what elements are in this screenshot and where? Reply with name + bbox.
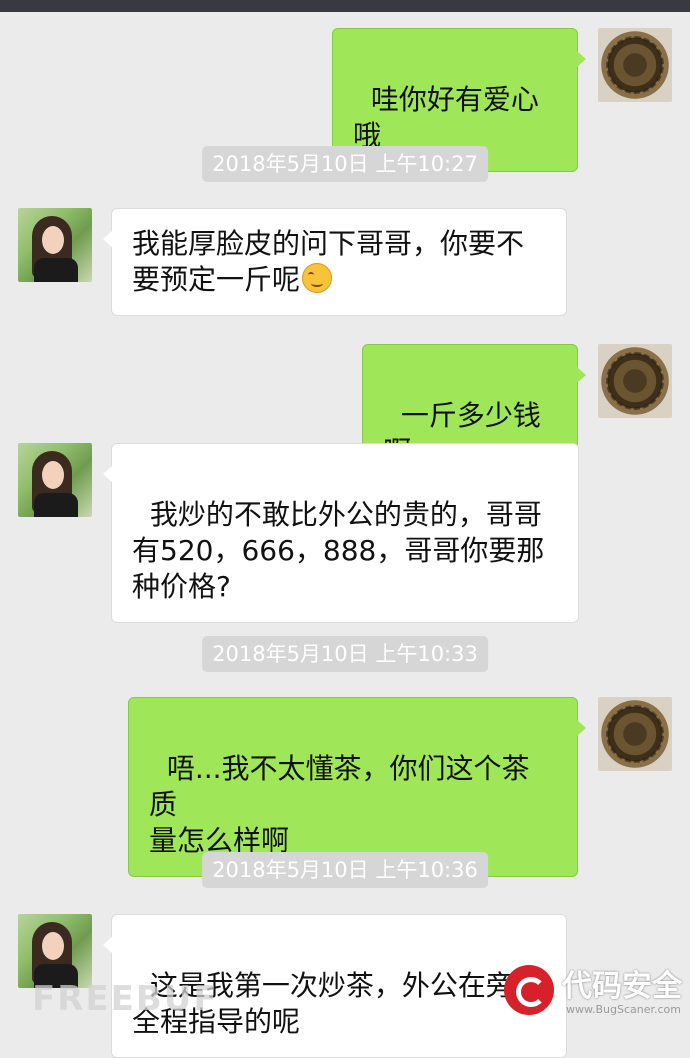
message-timestamp: 2018年5月10日 上午10:33 (202, 636, 488, 672)
message-timestamp: 2018年5月10日 上午10:27 (202, 146, 488, 182)
message-bubble-received[interactable]: 我能厚脸皮的问下哥哥，你要不 要预定一斤呢 (103, 208, 567, 316)
message-bubble-sent[interactable]: 唔...我不太懂茶，你们这个茶质 量怎么样啊 (128, 697, 586, 877)
bugscaner-logo-icon (504, 965, 554, 1015)
smiling-face-emoji-icon (302, 263, 333, 293)
bugscaner-watermark: 代码安全 www.BugScaner.com (504, 959, 684, 1021)
message-timestamp: 2018年5月10日 上午10:36 (202, 852, 488, 888)
message-text: 唔...我不太懂茶，你们这个茶质 量怎么样啊 (149, 752, 530, 857)
contact-avatar[interactable] (18, 443, 92, 517)
contact-avatar[interactable] (18, 208, 92, 282)
message-text: 我炒的不敢比外公的贵的，哥哥 有520，666，888，哥哥你要那 种价格? (132, 498, 545, 603)
my-avatar[interactable] (598, 697, 672, 771)
my-avatar[interactable] (598, 344, 672, 418)
watermark-url: www.BugScaner.com (566, 1003, 681, 1016)
message-bubble-received[interactable]: 我炒的不敢比外公的贵的，哥哥 有520，666，888，哥哥你要那 种价格? (103, 443, 579, 623)
my-avatar[interactable] (598, 28, 672, 102)
watermark-title: 代码安全 (562, 969, 682, 1004)
top-status-bar (0, 0, 690, 12)
message-text: 哇你好有爱心哦 (353, 83, 539, 152)
freebuf-watermark: FREEBUF (32, 979, 219, 1019)
contact-avatar[interactable] (18, 914, 92, 988)
